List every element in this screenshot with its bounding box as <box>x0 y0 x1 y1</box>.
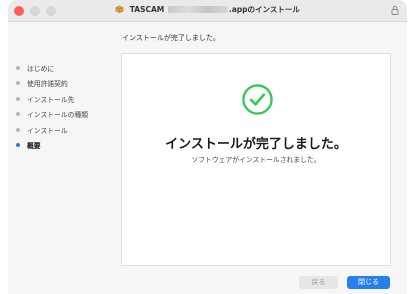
back-button[interactable]: 戻る <box>299 276 338 289</box>
step-dot <box>16 112 20 117</box>
step-introduction: はじめに <box>16 60 88 76</box>
step-dot <box>16 65 20 70</box>
step-dot <box>16 96 20 101</box>
close-button[interactable]: 閉じる <box>347 276 390 289</box>
completion-headline: インストールが完了しました。 <box>165 137 347 152</box>
redacted-product-name <box>167 6 228 13</box>
title-bar: TASCAM .appのインストール <box>8 0 407 22</box>
step-destination: インストール先 <box>16 91 88 107</box>
installer-steps: はじめに 使用許諾契約 インストール先 インストールの種類 インストール 概要 <box>16 60 88 153</box>
step-label: はじめに <box>27 64 55 73</box>
step-label: インストール <box>27 126 68 135</box>
window-title-prefix: TASCAM <box>129 5 165 14</box>
content-panel: インストールが完了しました。 ソフトウェアがインストールされました。 <box>121 53 391 266</box>
package-icon <box>115 5 124 13</box>
step-subtitle: インストールが完了しました。 <box>122 34 220 42</box>
step-installation-type: インストールの種類 <box>16 107 88 123</box>
step-label: インストールの種類 <box>27 111 89 120</box>
step-dot <box>16 81 20 86</box>
lock-icon <box>391 5 399 15</box>
step-dot-active <box>16 143 20 148</box>
step-label: 概要 <box>27 142 41 151</box>
step-dot <box>16 127 20 132</box>
step-summary: 概要 <box>16 138 88 154</box>
step-label: インストール先 <box>27 95 75 104</box>
check-circle-icon <box>242 84 273 115</box>
step-installation: インストール <box>16 122 88 138</box>
window-title-suffix: .appのインストール <box>228 5 300 14</box>
window-title: TASCAM .appのインストール <box>8 4 407 15</box>
step-label: 使用許諾契約 <box>27 80 68 89</box>
step-license: 使用許諾契約 <box>16 76 88 92</box>
completion-message: ソフトウェアがインストールされました。 <box>191 156 321 164</box>
